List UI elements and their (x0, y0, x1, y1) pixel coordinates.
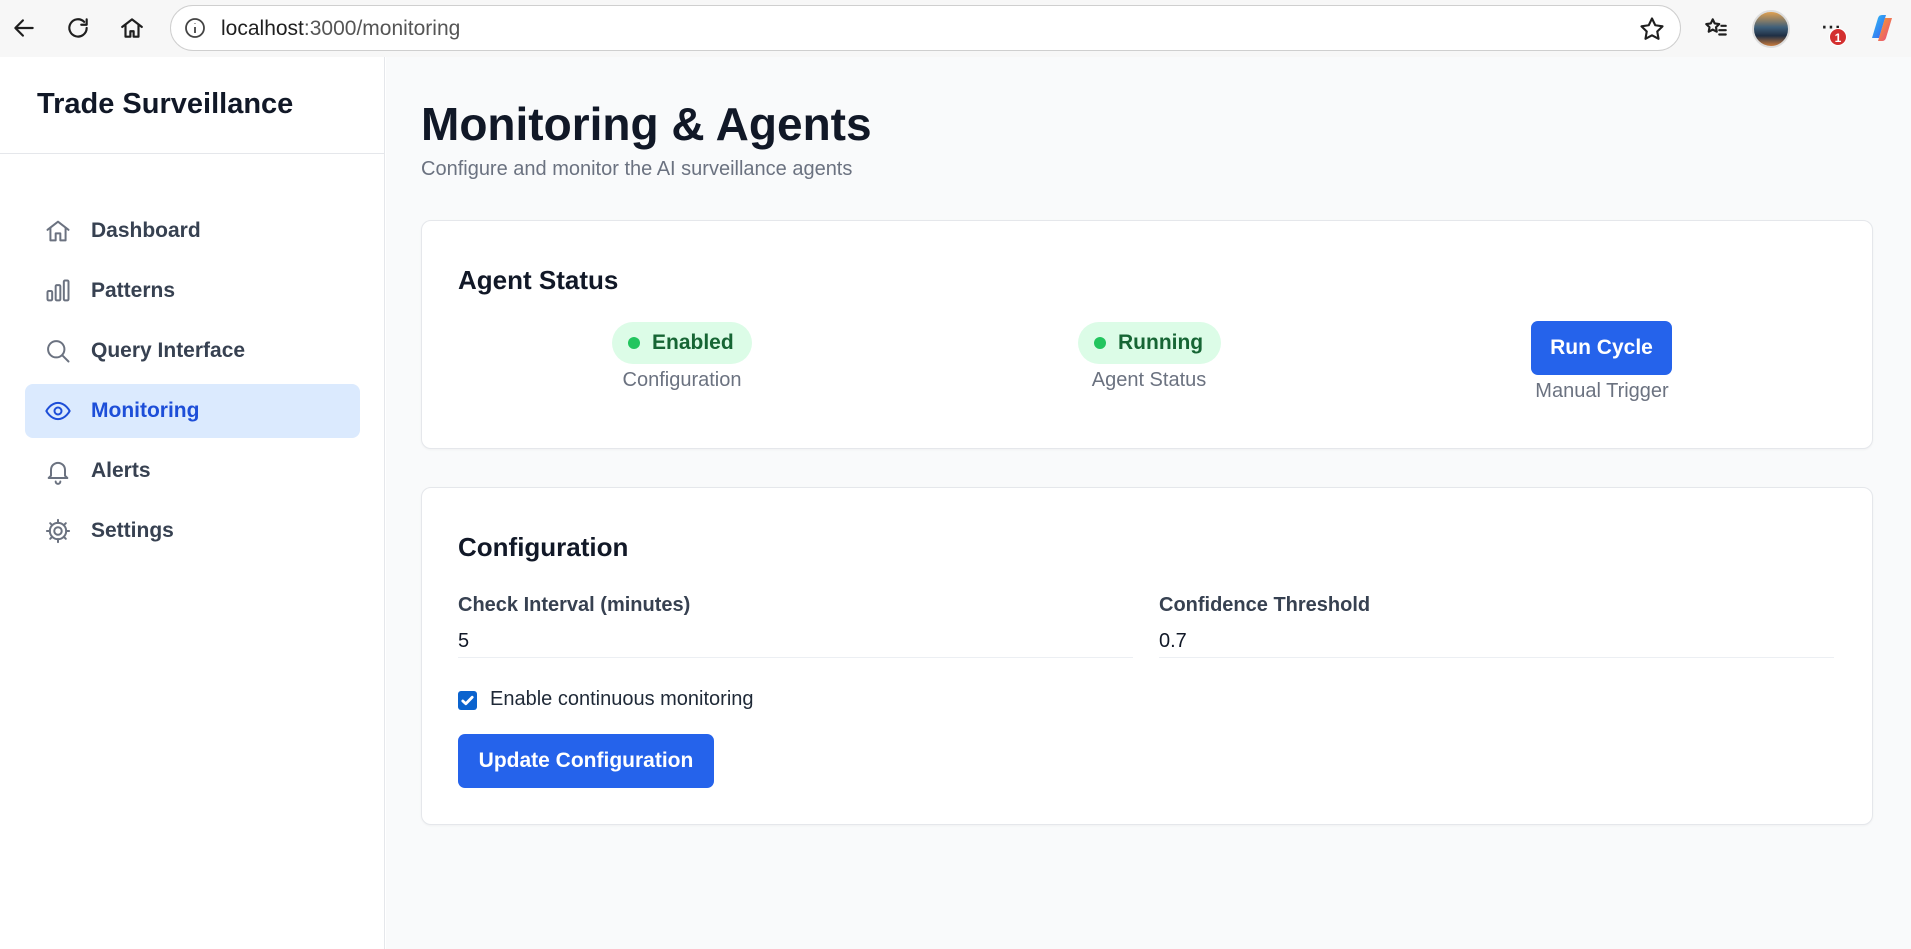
manual-trigger-caption: Manual Trigger (1535, 380, 1669, 402)
agent-status-caption: Agent Status (1091, 369, 1207, 391)
url-path: :3000/monitoring (303, 17, 461, 40)
sidebar-item-dashboard[interactable]: Dashboard (25, 204, 360, 258)
configuration-status-badge: Enabled (612, 322, 752, 364)
reload-icon[interactable] (60, 10, 96, 46)
site-info-icon[interactable] (183, 16, 207, 40)
check-interval-label: Check Interval (minutes) (458, 594, 691, 616)
home-browser-icon[interactable] (114, 10, 150, 46)
sidebar: Trade Surveillance Dashboard Patterns Qu… (0, 57, 385, 949)
configuration-heading: Configuration (458, 532, 629, 562)
agent-status-heading: Agent Status (458, 265, 619, 295)
url-host: localhost (221, 17, 304, 40)
search-icon (44, 337, 72, 365)
sidebar-item-label: Dashboard (91, 219, 201, 242)
sidebar-item-label: Query Interface (91, 339, 246, 362)
sidebar-item-label: Settings (91, 519, 174, 542)
status-dot-icon (628, 337, 640, 349)
browser-toolbar: localhost:3000/monitoring ··· 1 (0, 0, 1911, 57)
sidebar-item-monitoring[interactable]: Monitoring (25, 384, 360, 438)
sidebar-item-alerts[interactable]: Alerts (25, 444, 360, 498)
sidebar-item-label: Patterns (91, 279, 176, 302)
gear-icon (44, 517, 72, 545)
sidebar-item-settings[interactable]: Settings (25, 504, 360, 558)
agent-status-card: Agent Status Enabled Configuration Runni… (421, 220, 1873, 449)
agent-status-badge: Running (1078, 322, 1222, 364)
confidence-threshold-label: Confidence Threshold (1159, 594, 1371, 616)
sidebar-item-query-interface[interactable]: Query Interface (25, 324, 360, 378)
status-dot-icon (1094, 337, 1106, 349)
app-brand: Trade Surveillance (0, 57, 384, 154)
home-icon (44, 217, 72, 245)
sidebar-item-patterns[interactable]: Patterns (25, 264, 360, 318)
update-configuration-button[interactable]: Update Configuration (458, 734, 714, 788)
bell-icon (44, 457, 72, 485)
agent-status-text: Running (1118, 331, 1204, 354)
address-bar[interactable]: localhost:3000/monitoring (170, 5, 1681, 51)
eye-icon (44, 397, 72, 425)
bar-chart-icon (44, 277, 72, 305)
profile-avatar[interactable] (1752, 10, 1790, 48)
checkmark-icon (461, 695, 474, 706)
page-title: Monitoring & Agents (421, 98, 872, 150)
configuration-status-text: Enabled (652, 331, 734, 354)
back-icon[interactable] (6, 10, 42, 46)
favorites-list-icon[interactable] (1698, 10, 1734, 46)
continuous-monitoring-checkbox[interactable] (458, 691, 477, 710)
confidence-threshold-input[interactable] (1159, 626, 1834, 658)
configuration-caption: Configuration (622, 369, 742, 391)
main-content: Monitoring & Agents Configure and monito… (386, 57, 1911, 949)
sidebar-nav: Dashboard Patterns Query Interface Monit… (25, 204, 360, 564)
sidebar-item-label: Alerts (91, 459, 151, 482)
page-subtitle: Configure and monitor the AI surveillanc… (421, 158, 853, 180)
notification-badge: 1 (1829, 28, 1847, 46)
continuous-monitoring-label[interactable]: Enable continuous monitoring (490, 688, 754, 711)
copilot-icon[interactable] (1864, 10, 1900, 46)
run-cycle-button[interactable]: Run Cycle (1531, 321, 1672, 375)
check-interval-input[interactable] (458, 626, 1133, 658)
url-text: localhost:3000/monitoring (221, 17, 460, 41)
configuration-card: Configuration Check Interval (minutes) C… (421, 487, 1873, 825)
sidebar-item-label: Monitoring (91, 399, 200, 422)
favorite-star-icon[interactable] (1638, 15, 1666, 43)
